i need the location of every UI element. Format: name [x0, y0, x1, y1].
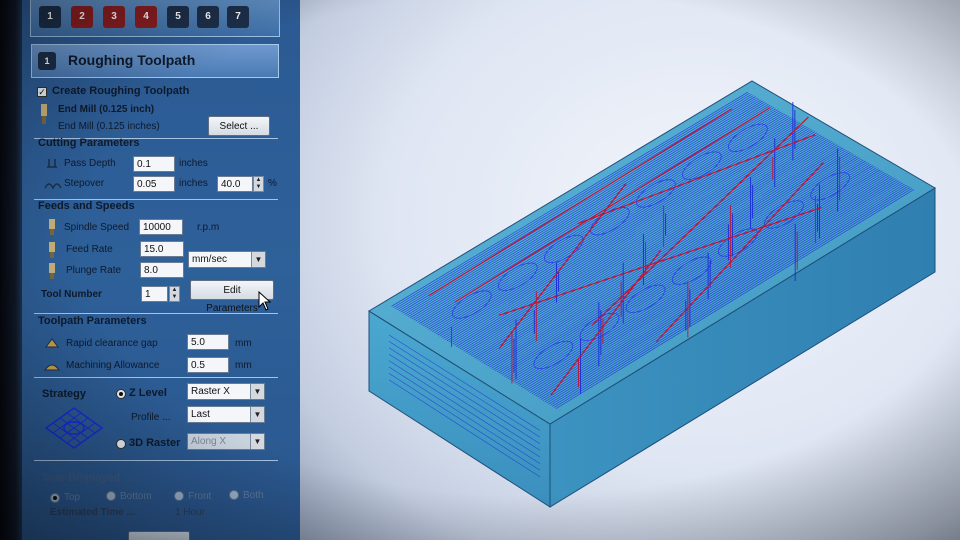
feed-rate-icon	[49, 242, 55, 258]
side-displayed-heading: Side Displayed ...	[42, 472, 133, 484]
page-title: Roughing Toolpath	[68, 52, 196, 68]
panel-header: 1 Roughing Toolpath	[31, 44, 279, 78]
roughing-toolpath-icon: 1	[38, 52, 56, 70]
toolbar-tool-icon-6[interactable]: 6	[197, 6, 219, 28]
stepover-input[interactable]: 0.05	[133, 176, 175, 192]
strategy-preview-icon	[44, 407, 104, 449]
screen: 1 2 3 4 5 6 7 1 Roughing Toolpath ✓ Crea…	[0, 0, 960, 540]
toolbar-tool-icon-1[interactable]: 1	[39, 6, 61, 28]
side-front-label: Front	[188, 491, 212, 502]
profile-label: Profile ...	[131, 412, 171, 423]
machining-allowance-icon	[44, 364, 60, 371]
side-both-label: Both	[243, 490, 264, 501]
3d-viewport[interactable]	[300, 0, 960, 540]
feed-rate-input[interactable]: 15.0	[140, 241, 184, 257]
chevron-down-icon: ▼	[250, 384, 264, 399]
3d-raster-select[interactable]: Along X ▼	[187, 433, 265, 450]
side-bottom-label: Bottom	[120, 491, 152, 502]
stepover-unit: inches	[179, 178, 208, 189]
z-level-label: Z Level	[129, 387, 167, 399]
toolbar-tool-icon-4[interactable]: 4	[135, 6, 157, 28]
toolpath-preview	[368, 80, 936, 508]
rate-unit-select[interactable]: mm/sec ▼	[188, 251, 266, 268]
stepover-label: Stepover	[64, 178, 105, 189]
calculate-button[interactable]	[128, 531, 190, 540]
side-both-radio[interactable]	[229, 490, 239, 500]
side-bottom-radio[interactable]	[106, 491, 116, 501]
side-front-radio[interactable]	[174, 491, 184, 501]
machining-allowance-unit: mm	[235, 360, 252, 371]
spindle-speed-label: Spindle Speed	[64, 222, 130, 233]
spindle-speed-icon	[49, 219, 55, 235]
mouse-cursor-icon	[258, 291, 272, 311]
select-tool-button[interactable]: Select ...	[208, 116, 270, 136]
rate-unit-value: mm/sec	[192, 254, 227, 265]
create-toolpath-checkbox[interactable]: ✓	[37, 87, 47, 97]
z-level-radio[interactable]	[116, 389, 126, 399]
tool-description: End Mill (0.125 inches)	[58, 121, 160, 132]
estimated-time-value: 1 Hour	[175, 507, 206, 518]
toolbar-tool-icon-2[interactable]: 2	[71, 6, 93, 28]
toolpath-parameters-heading: Toolpath Parameters	[38, 315, 147, 327]
divider	[34, 313, 278, 314]
stepover-percent-spinner[interactable]: ▲ ▼	[253, 176, 264, 192]
z-level-value: Raster X	[191, 386, 230, 397]
toolbar-tool-icon-3[interactable]: 3	[103, 6, 125, 28]
3d-raster-value: Along X	[191, 436, 227, 447]
plunge-rate-input[interactable]: 8.0	[140, 262, 184, 278]
plunge-rate-label: Plunge Rate	[66, 265, 122, 276]
chevron-down-icon: ▼	[251, 252, 265, 267]
rapid-clearance-unit: mm	[235, 338, 252, 349]
cutting-parameters-heading: Cutting Parameters	[38, 137, 140, 149]
monitor-bezel	[0, 0, 22, 540]
estimated-time-label: Estimated Time ...	[50, 507, 135, 518]
spindle-speed-unit: r.p.m	[197, 222, 220, 233]
tool-number-label: Tool Number	[41, 289, 102, 300]
tool-number-spinner[interactable]: ▲ ▼	[169, 286, 180, 302]
feeds-and-speeds-heading: Feeds and Speeds	[38, 200, 135, 212]
tool-number-input[interactable]: 1	[141, 286, 168, 302]
toolbar: 1 2 3 4 5 6 7	[30, 0, 280, 37]
chevron-down-icon: ▼	[250, 434, 264, 449]
rapid-clearance-label: Rapid clearance gap	[66, 338, 158, 349]
rapid-clearance-icon	[45, 338, 59, 348]
percent-symbol: %	[268, 178, 277, 189]
spindle-speed-input[interactable]: 10000	[139, 219, 183, 235]
toolpath-panel: 1 2 3 4 5 6 7 1 Roughing Toolpath ✓ Crea…	[0, 0, 300, 540]
3d-raster-label: 3D Raster	[129, 437, 181, 449]
tool-name: End Mill (0.125 inch)	[58, 104, 155, 115]
end-mill-icon	[41, 104, 47, 124]
profile-select[interactable]: Last ▼	[187, 406, 265, 423]
profile-value: Last	[191, 409, 210, 420]
pass-depth-icon	[47, 159, 57, 168]
pass-depth-input[interactable]: 0.1	[133, 156, 175, 172]
pass-depth-label: Pass Depth	[64, 158, 116, 169]
divider	[34, 460, 278, 461]
toolbar-tool-icon-7[interactable]: 7	[227, 6, 249, 28]
3d-raster-radio[interactable]	[116, 439, 126, 449]
plunge-rate-icon	[49, 263, 55, 279]
pass-depth-unit: inches	[179, 158, 208, 169]
side-top-label: Top	[64, 492, 81, 503]
divider	[34, 377, 278, 378]
machining-allowance-input[interactable]: 0.5	[187, 357, 229, 373]
machining-allowance-label: Machining Allowance	[66, 360, 160, 371]
rapid-clearance-input[interactable]: 5.0	[187, 334, 229, 350]
feed-rate-label: Feed Rate	[66, 244, 113, 255]
stepover-icon	[44, 183, 62, 190]
chevron-down-icon: ▼	[250, 407, 264, 422]
stepover-percent-input[interactable]: 40.0	[217, 176, 253, 192]
strategy-label: Strategy	[42, 388, 87, 400]
side-top-radio[interactable]	[50, 493, 60, 503]
create-toolpath-label: Create Roughing Toolpath	[52, 85, 190, 97]
z-level-select[interactable]: Raster X ▼	[187, 383, 265, 400]
toolbar-tool-icon-5[interactable]: 5	[167, 6, 189, 28]
